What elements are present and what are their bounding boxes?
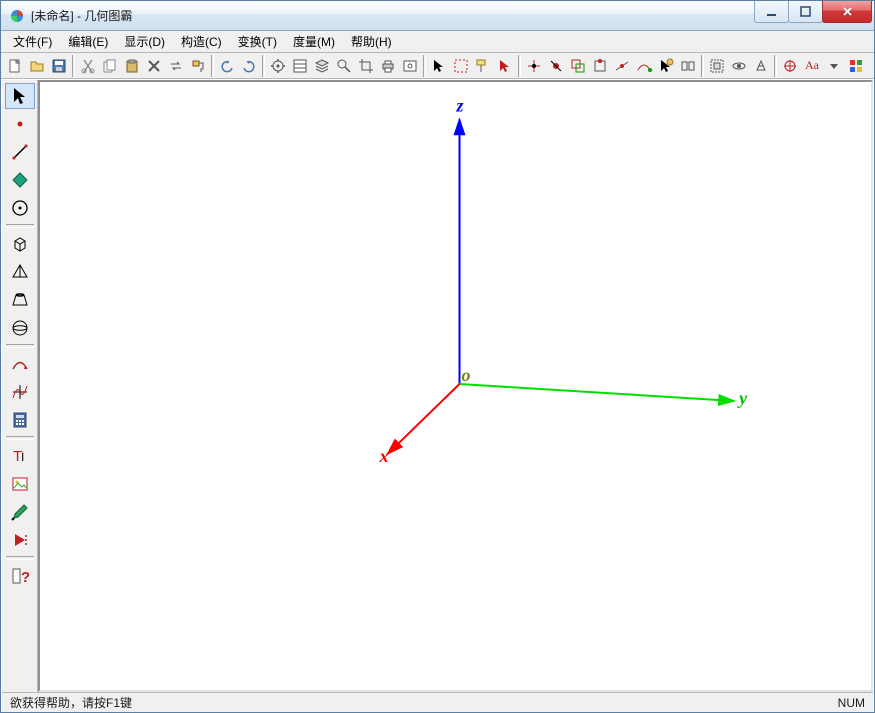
intersect-button[interactable]: [567, 55, 589, 77]
layers-button[interactable]: [311, 55, 333, 77]
replace-button[interactable]: [165, 55, 187, 77]
menu-display[interactable]: 显示(D): [116, 31, 173, 52]
menu-transform[interactable]: 变换(T): [230, 31, 285, 52]
function-graph-tool[interactable]: [5, 379, 35, 405]
work-area: TI ? o z: [2, 80, 873, 692]
attach-button[interactable]: [677, 55, 699, 77]
toolbar-separator: [72, 55, 75, 77]
brush-tool[interactable]: [5, 499, 35, 525]
help-tool[interactable]: ?: [5, 563, 35, 589]
tool-separator: [6, 436, 34, 440]
menu-edit[interactable]: 编辑(E): [60, 31, 116, 52]
menu-help[interactable]: 帮助(H): [343, 31, 400, 52]
open-file-button[interactable]: [26, 55, 48, 77]
svg-text:?: ?: [21, 569, 30, 586]
in-point-button[interactable]: [523, 55, 545, 77]
toolbar-separator: [518, 55, 521, 77]
selection-tool[interactable]: [5, 83, 35, 109]
top-toolbar: Aa: [1, 53, 874, 79]
palette-button[interactable]: [845, 55, 867, 77]
print-button[interactable]: [377, 55, 399, 77]
text-tool[interactable]: TI: [5, 443, 35, 469]
toolbar-separator: [211, 55, 214, 77]
origin-label: o: [461, 365, 470, 385]
circle-tool[interactable]: [5, 195, 35, 221]
toolbar-separator: [701, 55, 704, 77]
snap-point-button[interactable]: [545, 55, 567, 77]
y-axis-label: y: [737, 388, 748, 408]
line-tool[interactable]: [5, 139, 35, 165]
crop-button[interactable]: [355, 55, 377, 77]
window-title: [未命名] - 几何图霸: [31, 7, 874, 24]
on-object-button[interactable]: [589, 55, 611, 77]
sphere-tool[interactable]: [5, 315, 35, 341]
status-bar: 欲获得帮助，请按F1键 NUM: [2, 692, 873, 712]
perspective-button[interactable]: [750, 55, 772, 77]
paste-button[interactable]: [121, 55, 143, 77]
aa-icon: Aa: [805, 58, 819, 73]
midpoint-button[interactable]: [611, 55, 633, 77]
menu-file[interactable]: 文件(F): [5, 31, 60, 52]
delete-button[interactable]: [143, 55, 165, 77]
toolbar-separator: [262, 55, 265, 77]
status-help-text: 欲获得帮助，请按F1键: [10, 694, 132, 711]
polygon-tool[interactable]: [5, 167, 35, 193]
window-controls: [755, 1, 872, 23]
point-tool[interactable]: [5, 111, 35, 137]
save-file-button[interactable]: [48, 55, 70, 77]
tool-separator: [6, 344, 34, 348]
app-window: [未命名] - 几何图霸 文件(F) 编辑(E) 显示(D) 构造(C) 变换(…: [0, 0, 875, 713]
automotion-button[interactable]: [655, 55, 677, 77]
toolbar-separator: [423, 55, 426, 77]
maximize-button[interactable]: [788, 1, 823, 23]
show-hide-button[interactable]: [728, 55, 750, 77]
menu-measure[interactable]: 度量(M): [285, 31, 343, 52]
tool-separator: [6, 556, 34, 560]
undo-button[interactable]: [216, 55, 238, 77]
frustum-tool[interactable]: [5, 287, 35, 313]
pointer-tool-button[interactable]: [428, 55, 450, 77]
origin-button[interactable]: [779, 55, 801, 77]
text-label-button[interactable]: Aa: [801, 55, 823, 77]
select-all-button[interactable]: [494, 55, 516, 77]
status-num-indicator: NUM: [838, 696, 865, 710]
toolbar-separator: [774, 55, 777, 77]
animation-button-tool[interactable]: [5, 527, 35, 553]
cut-button[interactable]: [77, 55, 99, 77]
select-region-button[interactable]: [450, 55, 472, 77]
label-tool-button[interactable]: [472, 55, 494, 77]
minimize-button[interactable]: [754, 1, 789, 23]
app-icon: [9, 8, 25, 24]
group-button[interactable]: [706, 55, 728, 77]
y-axis: [459, 384, 734, 401]
properties-button[interactable]: [289, 55, 311, 77]
trace-button[interactable]: [633, 55, 655, 77]
drawing-canvas[interactable]: o z y x: [38, 80, 873, 692]
menu-construct[interactable]: 构造(C): [173, 31, 230, 52]
x-axis-label: x: [379, 446, 389, 466]
new-file-button[interactable]: [4, 55, 26, 77]
calculator-tool[interactable]: [5, 407, 35, 433]
side-toolbox: TI ?: [2, 80, 38, 692]
dropdown-button[interactable]: [823, 55, 845, 77]
close-button[interactable]: [822, 1, 872, 23]
title-bar: [未命名] - 几何图霸: [1, 1, 874, 31]
tetrahedron-tool[interactable]: [5, 259, 35, 285]
tool-separator: [6, 224, 34, 228]
copy-button[interactable]: [99, 55, 121, 77]
svg-text:I: I: [21, 450, 24, 464]
format-painter-button[interactable]: [187, 55, 209, 77]
preview-button[interactable]: [399, 55, 421, 77]
cube-tool[interactable]: [5, 231, 35, 257]
x-axis: [388, 384, 460, 454]
redo-button[interactable]: [238, 55, 260, 77]
menu-bar: 文件(F) 编辑(E) 显示(D) 构造(C) 变换(T) 度量(M) 帮助(H…: [1, 31, 874, 53]
vector-curve-tool[interactable]: [5, 351, 35, 377]
z-axis-label: z: [455, 95, 463, 115]
zoom-button[interactable]: [333, 55, 355, 77]
image-tool[interactable]: [5, 471, 35, 497]
settings-button[interactable]: [267, 55, 289, 77]
